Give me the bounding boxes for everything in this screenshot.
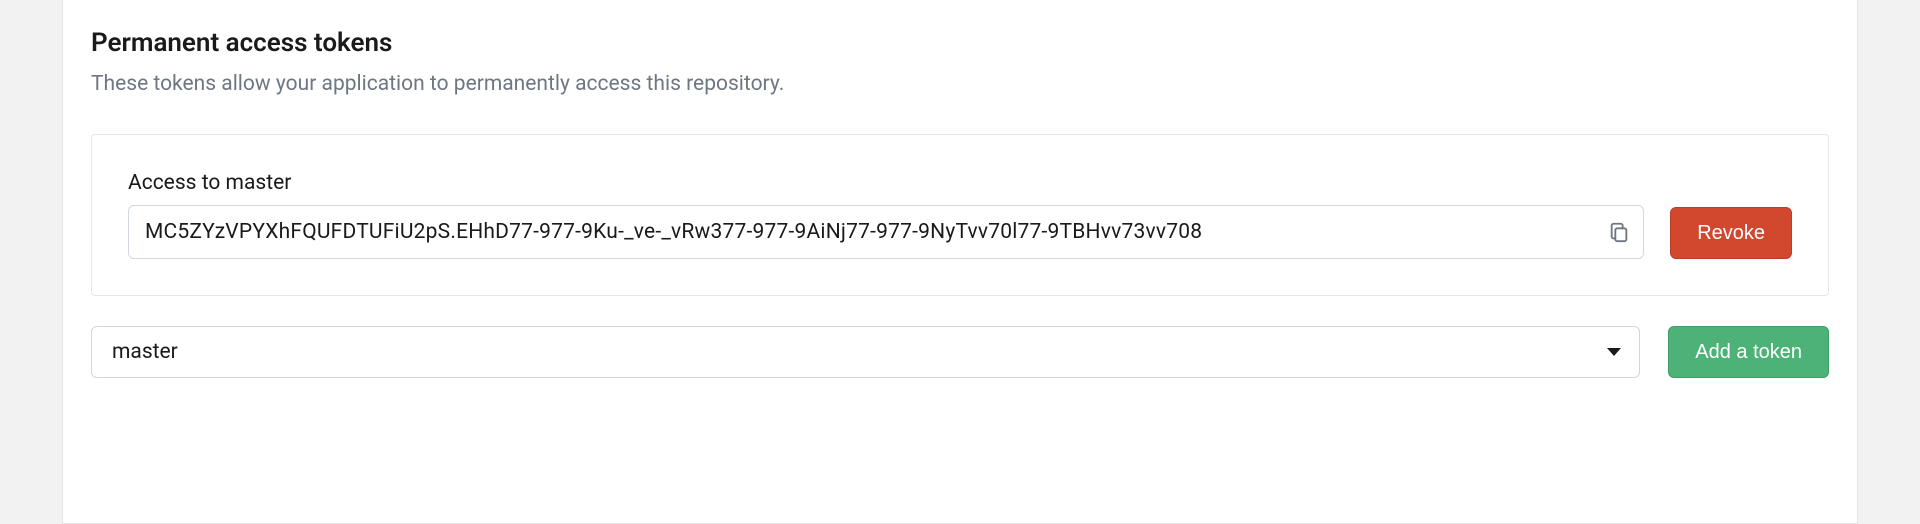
branch-select[interactable]: master: [91, 326, 1640, 378]
token-input-wrap: MC5ZYzVPYXhFQUFDTUFiU2pS.EHhD77-977-9Ku-…: [128, 205, 1644, 259]
copy-icon[interactable]: [1607, 220, 1631, 244]
revoke-button[interactable]: Revoke: [1670, 207, 1792, 259]
token-value[interactable]: MC5ZYzVPYXhFQUFDTUFiU2pS.EHhD77-977-9Ku-…: [145, 220, 1597, 244]
chevron-down-icon: [1607, 348, 1621, 356]
token-item-box: Access to master MC5ZYzVPYXhFQUFDTUFiU2p…: [91, 134, 1829, 296]
tokens-card: Permanent access tokens These tokens all…: [62, 0, 1858, 524]
token-row: Access to master MC5ZYzVPYXhFQUFDTUFiU2p…: [128, 171, 1792, 259]
token-label: Access to master: [128, 171, 1644, 195]
section-title: Permanent access tokens: [91, 28, 1829, 58]
add-token-button[interactable]: Add a token: [1668, 326, 1829, 378]
add-token-row: master Add a token: [91, 326, 1829, 378]
page-wrap: Permanent access tokens These tokens all…: [0, 0, 1920, 524]
section-description: These tokens allow your application to p…: [91, 72, 1829, 96]
token-field-group: Access to master MC5ZYzVPYXhFQUFDTUFiU2p…: [128, 171, 1644, 259]
branch-select-value: master: [112, 340, 178, 364]
